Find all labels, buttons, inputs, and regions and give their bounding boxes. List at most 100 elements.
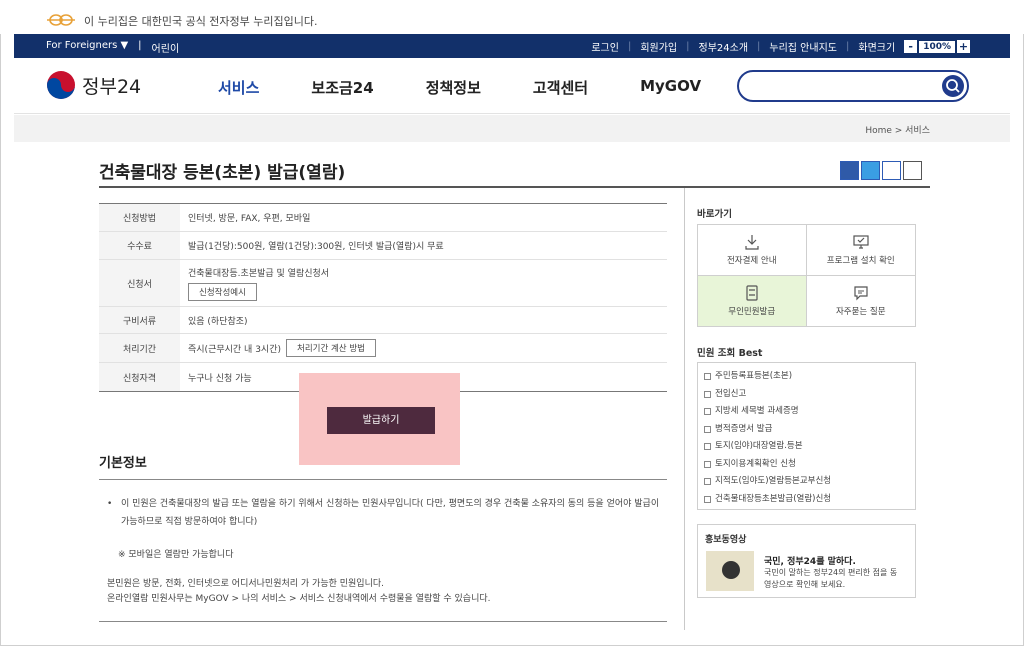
list-item-label: 지적도(임야도)열람등본교부신청 xyxy=(715,476,832,486)
login-link[interactable]: 로그인 xyxy=(591,39,619,54)
table-row: 신청방법 인터넷, 방문, FAX, 우편, 모바일 xyxy=(99,204,667,232)
kids-link[interactable]: 어린이 xyxy=(152,40,180,55)
kiosk-icon xyxy=(746,285,758,301)
search-button[interactable] xyxy=(942,75,964,97)
nav-services[interactable]: 서비스 xyxy=(218,77,259,98)
doc-icon xyxy=(704,408,711,416)
nav-customer-center[interactable]: 고객센터 xyxy=(533,77,588,98)
nav-policy-info[interactable]: 정책정보 xyxy=(426,77,481,98)
doc-icon xyxy=(704,390,711,398)
doc-icon xyxy=(704,495,711,503)
basic-info-bullet: 이 민원은 건축물대장의 발급 또는 열람을 하기 위해서 신청하는 민원사무입… xyxy=(107,495,663,531)
processing-time-button[interactable]: 처리기간 계산 방법 xyxy=(286,339,376,357)
quick-link-payment[interactable]: 전자결제 안내 xyxy=(698,225,807,276)
quick-links-title: 바로가기 xyxy=(697,209,732,220)
logo-text: 정부24 xyxy=(82,75,142,98)
zoom-control: - 100% + xyxy=(904,40,970,53)
breadcrumb[interactable]: Home > 서비스 xyxy=(865,123,930,136)
promo-description: 국민이 말하는 정부24의 편리한 점을 동영상으로 확인해 보세요. xyxy=(764,568,898,589)
search-box xyxy=(737,70,969,102)
quick-links: 전자결제 안내 프로그램 설치 확인 무인민원발급 자주묻는 질문 xyxy=(697,224,916,327)
quick-link-label: 프로그램 설치 확인 xyxy=(826,255,895,266)
list-item-label: 토지이용계획확인 신청 xyxy=(715,458,796,469)
section-divider xyxy=(99,621,667,622)
list-item-label: 건축물대장등초본발급(열람)신청 xyxy=(715,493,832,504)
quick-link-program-check[interactable]: 프로그램 설치 확인 xyxy=(806,225,915,276)
list-item[interactable]: 주민등록표등본(초본) xyxy=(704,368,909,386)
zoom-out-button[interactable]: - xyxy=(904,40,918,53)
list-item[interactable]: 지방세 세목별 과세증명 xyxy=(704,403,909,421)
row-value: 건축물대장등.초본발급 및 열람신청서 xyxy=(188,268,330,279)
list-item-label: 지방세 세목별 과세증명 xyxy=(715,406,799,416)
quick-link-label: 무인민원발급 xyxy=(728,306,776,317)
row-value-cell: 즉시(근무시간 내 3시간) 처리기간 계산 방법 xyxy=(180,334,384,362)
list-item[interactable]: 전입신고 xyxy=(704,386,909,404)
basic-info-text: 본민원은 방문, 전화, 인터넷으로 어디서나민원처리 가 가능한 민원입니다.… xyxy=(107,577,491,607)
share-tools xyxy=(840,161,922,180)
row-label: 수수료 xyxy=(99,232,180,259)
twitter-share-icon[interactable] xyxy=(861,161,880,180)
list-item[interactable]: 병적증명서 발급 xyxy=(704,421,909,439)
list-item[interactable]: 토지이용계획확인 신청 xyxy=(704,456,909,474)
page-title: 건축물대장 등본(초본) 발급(열람) xyxy=(99,163,346,183)
list-item-label: 전입신고 xyxy=(715,388,747,399)
row-label: 신청자격 xyxy=(99,363,180,391)
promo-headline[interactable]: 국민, 정부24를 말하다. xyxy=(764,554,856,567)
quick-link-kiosk[interactable]: 무인민원발급 xyxy=(698,275,807,326)
info-paragraph: 온라인열람 민원사무는 MyGOV > 나의 서비스 > 서비스 신청내역에서 … xyxy=(107,594,491,604)
zoom-value: 100% xyxy=(919,40,955,53)
signup-link[interactable]: 회원가입 xyxy=(640,39,677,54)
chat-icon xyxy=(854,286,868,301)
issue-button[interactable]: 발급하기 xyxy=(327,407,435,434)
site-logo[interactable]: 정부24 xyxy=(46,70,141,100)
play-icon xyxy=(722,561,740,579)
gov-banner-text: 이 누리집은 대한민국 공식 전자정부 누리집입니다. xyxy=(84,15,318,28)
breadcrumb-bar: Home > 서비스 xyxy=(14,115,1010,142)
basic-info-body: 이 민원은 건축물대장의 발급 또는 열람을 하기 위해서 신청하는 민원사무입… xyxy=(107,495,663,531)
form-example-button[interactable]: 신청작성예시 xyxy=(188,282,257,301)
list-item[interactable]: 토지(임야)대장열람.등본 xyxy=(704,438,909,456)
sitemap-link[interactable]: 누리집 안내지도 xyxy=(769,39,837,54)
link-copy-icon[interactable] xyxy=(882,161,901,180)
zoom-label: 화면크기 xyxy=(858,43,896,54)
doc-icon xyxy=(704,443,711,451)
table-row: 처리기간 즉시(근무시간 내 3시간) 처리기간 계산 방법 xyxy=(99,334,667,363)
divider: | xyxy=(686,41,690,52)
gov-banner: 이 누리집은 대한민국 공식 전자정부 누리집입니다. xyxy=(0,0,1024,34)
table-row: 수수료 발급(1건당):500원, 열람(1건당):300원, 인터넷 발급(열… xyxy=(99,232,667,260)
for-foreigners-link[interactable]: For Foreigners ▼ xyxy=(46,40,128,55)
list-item-label: 병적증명서 발급 xyxy=(715,423,773,434)
monitor-check-icon xyxy=(853,235,869,249)
doc-icon xyxy=(704,373,711,381)
egov-logo-icon xyxy=(47,14,75,26)
search-icon xyxy=(946,79,960,93)
about-link[interactable]: 정부24소개 xyxy=(699,39,749,54)
quick-link-faq[interactable]: 자주묻는 질문 xyxy=(807,276,916,327)
utility-bar: For Foreigners ▼ | 어린이 로그인 | 회원가입 | 정부24… xyxy=(14,34,1010,58)
quick-link-label: 자주묻는 질문 xyxy=(835,306,886,317)
video-thumbnail[interactable] xyxy=(706,551,754,591)
nav-subsidy24[interactable]: 보조금24 xyxy=(311,77,373,98)
nav-mygov[interactable]: MyGOV xyxy=(640,77,701,98)
facebook-share-icon[interactable] xyxy=(840,161,859,180)
section-divider xyxy=(99,479,667,480)
doc-icon xyxy=(704,460,711,468)
zoom-in-button[interactable]: + xyxy=(957,40,970,53)
divider: | xyxy=(846,41,850,52)
print-icon[interactable] xyxy=(903,161,922,180)
list-item[interactable]: 건축물대장등초본발급(열람)신청 xyxy=(704,491,909,509)
title-divider xyxy=(99,186,930,188)
row-label: 신청서 xyxy=(99,260,180,306)
row-value-cell: 건축물대장등.초본발급 및 열람신청서 신청작성예시 xyxy=(180,260,337,306)
row-value: 있음 (하단참조) xyxy=(188,316,248,327)
mobile-note: ※ 모바일은 열람만 가능합니다 xyxy=(118,550,234,560)
list-item-label: 토지(임야)대장열람.등본 xyxy=(715,441,803,451)
row-label: 처리기간 xyxy=(99,334,180,362)
divider: | xyxy=(757,41,761,52)
search-input[interactable] xyxy=(751,77,931,95)
quick-link-label: 전자결제 안내 xyxy=(726,255,777,266)
list-item[interactable]: 지적도(임야도)열람등본교부신청 xyxy=(704,473,909,491)
divider: | xyxy=(627,41,632,52)
basic-info-title: 기본정보 xyxy=(99,456,147,471)
row-label: 신청방법 xyxy=(99,204,180,231)
